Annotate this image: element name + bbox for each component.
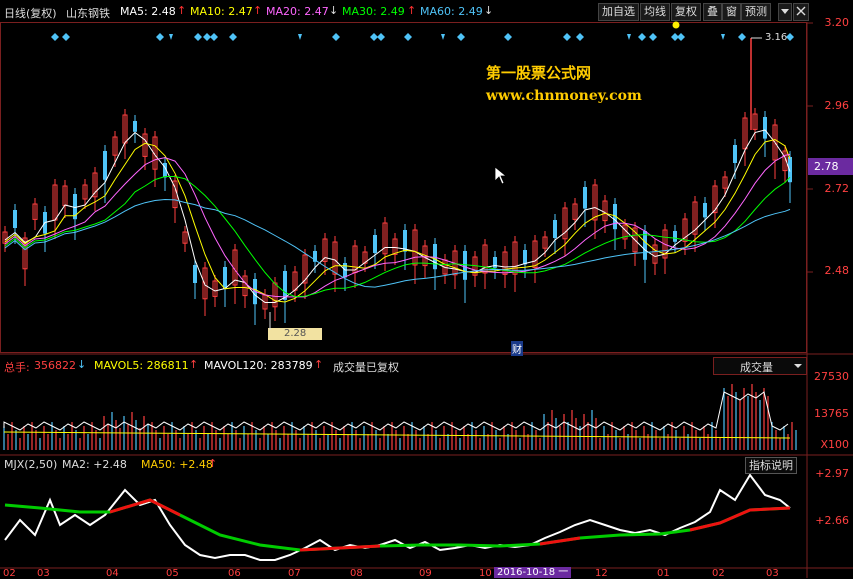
price-tick: 2.72 (824, 182, 850, 195)
total-volume-value: 356822 (34, 359, 76, 372)
mavol120-label: MAVOL120: 283789 (204, 359, 313, 372)
up-arrow-icon: ↑ (189, 358, 199, 371)
current-price-tag: 2.78 (808, 158, 853, 175)
time-label: 01 (657, 568, 670, 579)
ma2-label: MA2: +2.48 (62, 458, 127, 471)
price-tick: 3.20 (824, 16, 850, 29)
time-label: 09 (419, 568, 432, 579)
time-label: 05 (166, 568, 179, 579)
time-cursor-label: 2016-10-18 一 (494, 567, 572, 578)
indicator-select-value: 成交量 (740, 361, 773, 374)
time-label: 08 (350, 568, 363, 579)
time-label: 10 (479, 568, 492, 579)
volume-tick: 27530 (814, 370, 849, 383)
price-tick: 2.96 (824, 99, 850, 112)
volume-unit: X100 (820, 438, 849, 451)
time-label: 12 (595, 568, 608, 579)
time-label: 03 (37, 568, 50, 579)
time-label: 02 (3, 568, 16, 579)
finance-marker[interactable]: 财 (511, 341, 523, 356)
indicator-tick: +2.66 (815, 514, 849, 527)
time-label: 02 (712, 568, 725, 579)
event-dot (672, 21, 680, 29)
time-label: 06 (228, 568, 241, 579)
indicator-help-button[interactable]: 指标说明 (745, 457, 797, 474)
low-price-label: 2.28 (284, 328, 307, 339)
up-arrow-icon: ↑ (314, 358, 324, 371)
indicator-select[interactable]: 成交量 (713, 357, 807, 375)
time-label: 04 (106, 568, 119, 579)
price-tick: 2.48 (824, 264, 850, 277)
time-label: 03 (766, 568, 779, 579)
time-axis: 02 03 04 05 06 07 08 09 10 2016-10-18 一 … (0, 567, 807, 579)
volume-note: 成交量已复权 (333, 361, 399, 374)
chevron-down-icon (794, 364, 802, 368)
mouse-cursor-icon (494, 166, 508, 185)
down-arrow-icon: ↓ (77, 358, 87, 371)
up-arrow-icon: ↑ (208, 457, 218, 470)
time-label: 07 (288, 568, 301, 579)
watermark-title: 第一股票公式网 (486, 64, 592, 82)
volume-tick: 13765 (814, 407, 849, 420)
mavol5-label: MAVOL5: 286811 (94, 359, 189, 372)
kline-chart[interactable] (0, 0, 853, 578)
indicator-title: MJX(2,50) (4, 458, 58, 471)
total-volume-label: 总手: (4, 361, 30, 374)
high-price-label: 3.16 (765, 32, 788, 43)
ma50-label: MA50: +2.48 (141, 458, 213, 471)
indicator-tick: +2.97 (815, 467, 849, 480)
watermark-url: www.chnmoney.com (486, 88, 642, 104)
